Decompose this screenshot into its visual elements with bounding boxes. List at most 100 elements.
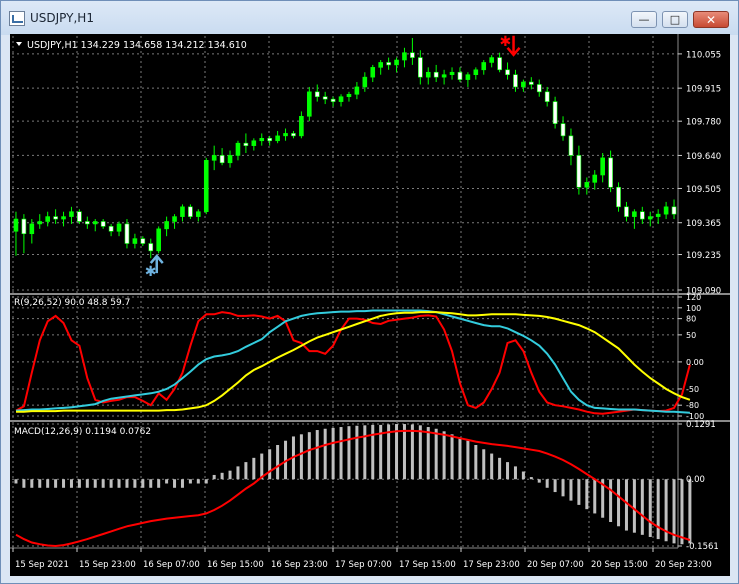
- macd-bar: [537, 479, 541, 483]
- bear-candle: [616, 186, 621, 208]
- bear-candle: [624, 206, 629, 217]
- price-panel[interactable]: USDJPY,H1 134.229 134.658 134.212 134.61…: [13, 34, 721, 297]
- chart-menu-triangle-icon[interactable]: [16, 42, 22, 46]
- macd-bar: [474, 445, 478, 480]
- bull-candle: [13, 218, 19, 232]
- title-bar[interactable]: USDJPY,H1 — □ ✕: [1, 1, 738, 35]
- macd-tick-label: 0.00: [686, 475, 705, 485]
- bull-candle: [425, 71, 431, 78]
- macd-signal-line: [15, 429, 691, 548]
- bear-candle: [568, 135, 574, 156]
- macd-bar: [632, 479, 636, 533]
- bull-candle: [45, 216, 50, 222]
- macd-bar: [149, 479, 153, 488]
- macd-bar: [220, 472, 224, 480]
- macd-bar: [561, 479, 565, 497]
- rsi-tick-label: 50: [686, 331, 696, 340]
- bull-candle: [196, 211, 201, 217]
- close-button[interactable]: ✕: [693, 11, 729, 28]
- window-title: USDJPY,H1: [30, 11, 94, 25]
- bear-candle: [608, 157, 613, 188]
- macd-bar: [307, 432, 311, 480]
- time-tick-label: 16 Sep 15:00: [207, 560, 264, 570]
- bear-candle: [188, 206, 193, 217]
- macd-bar: [450, 434, 454, 480]
- bull-candle: [307, 91, 312, 117]
- macd-bar: [62, 479, 66, 488]
- rsi-panel[interactable]: R(9,26,52) 90.0 48.8 59.7 120 100 80 50 0.00…: [14, 293, 704, 421]
- macd-bar: [521, 471, 525, 480]
- macd-bar: [188, 479, 192, 484]
- bull-candle: [584, 182, 590, 188]
- bull-candle: [211, 155, 217, 161]
- macd-bar: [117, 479, 121, 488]
- macd-bar: [339, 427, 343, 480]
- macd-bar: [402, 424, 406, 480]
- macd-bar: [38, 479, 42, 488]
- macd-bar: [14, 479, 18, 484]
- time-tick-label: 15 Sep 23:00: [79, 560, 136, 570]
- bear-candle: [53, 216, 58, 220]
- macd-bar: [569, 479, 573, 501]
- buy-star-icon: ✱: [145, 264, 157, 280]
- macd-bar: [196, 479, 200, 484]
- bear-candle: [640, 211, 645, 220]
- bull-candle: [346, 93, 352, 98]
- bear-candle: [77, 211, 82, 222]
- close-icon: ✕: [705, 12, 717, 27]
- maximize-icon: □: [669, 13, 681, 26]
- macd-bar: [204, 479, 208, 484]
- chart-window-icon: [9, 11, 25, 26]
- price-panel-header: USDJPY,H1 134.229 134.658 134.212 134.61…: [27, 40, 247, 51]
- macd-bar: [585, 479, 589, 510]
- macd-bar: [545, 479, 549, 488]
- macd-bar: [22, 479, 26, 488]
- macd-bar: [331, 427, 335, 480]
- time-axis: 15 Sep 2021 15 Sep 23:00 16 Sep 07:00 16 Se…: [10, 547, 712, 570]
- price-tick-label: 109.915: [686, 85, 721, 95]
- bull-candle: [180, 206, 185, 217]
- macd-bar: [109, 479, 113, 488]
- macd-bar: [69, 479, 73, 488]
- time-tick-label: 20 Sep 23:00: [655, 560, 712, 570]
- bear-candle: [544, 91, 550, 102]
- macd-bar: [609, 479, 613, 523]
- macd-bar: [553, 479, 557, 493]
- macd-bar: [648, 479, 652, 537]
- bear-candle: [21, 218, 27, 235]
- chart-area[interactable]: USDJPY,H1 134.229 134.658 134.212 134.61…: [10, 34, 730, 576]
- bear-candle: [457, 71, 463, 80]
- bull-candle: [227, 155, 233, 164]
- bull-candle: [235, 142, 241, 156]
- chart-window: USDJPY,H1 — □ ✕ USDJPY,H1 134.229 134.65…: [0, 0, 739, 584]
- bear-candle: [497, 57, 502, 71]
- bull-candle: [362, 76, 368, 88]
- bull-candle: [69, 211, 74, 217]
- bull-candle: [378, 62, 383, 68]
- time-tick-label: 17 Sep 07:00: [335, 560, 392, 570]
- macd-bar: [252, 457, 256, 480]
- bull-candle: [116, 223, 122, 232]
- macd-bar: [315, 430, 319, 480]
- minimize-button[interactable]: —: [631, 11, 657, 28]
- price-tick-label: 109.365: [686, 219, 721, 229]
- candles: [13, 38, 677, 259]
- macd-bar: [458, 437, 462, 480]
- macd-bar: [371, 424, 375, 480]
- panel-separator: [10, 293, 730, 295]
- price-tick-label: 109.505: [686, 185, 721, 195]
- macd-bar: [173, 479, 177, 488]
- bear-candle: [433, 71, 439, 78]
- macd-panel[interactable]: MACD(12,26,9) 0.1194 0.0762 0.1291 0.00 -0…: [14, 420, 719, 552]
- sell-star-icon: ✱: [500, 34, 512, 50]
- rsi-panel-header: R(9,26,52) 90.0 48.8 59.7: [14, 298, 130, 308]
- maximize-button[interactable]: □: [662, 11, 688, 28]
- bear-candle: [671, 206, 677, 215]
- bear-candle: [330, 98, 336, 102]
- bear-candle: [505, 69, 510, 75]
- minimize-icon: —: [638, 13, 650, 26]
- bull-candle: [521, 81, 526, 88]
- bear-candle: [148, 243, 154, 252]
- bull-candle: [402, 52, 407, 61]
- bull-candle: [354, 86, 360, 95]
